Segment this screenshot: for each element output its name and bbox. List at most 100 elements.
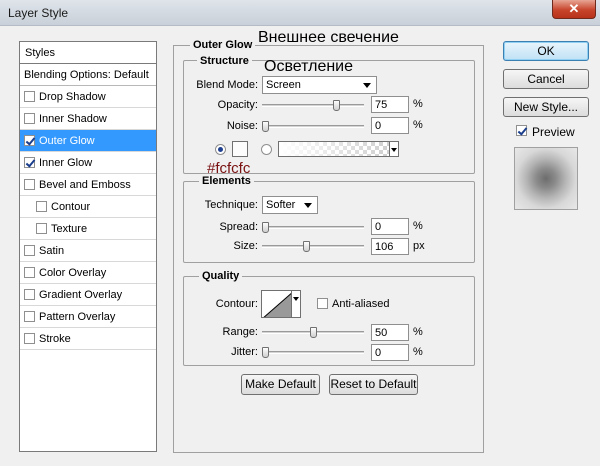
style-item-label: Contour bbox=[51, 200, 91, 213]
contour-dropdown[interactable] bbox=[291, 290, 301, 318]
opacity-slider-thumb[interactable] bbox=[333, 100, 340, 111]
range-input[interactable]: 50 bbox=[371, 324, 409, 341]
preview-checkbox[interactable] bbox=[516, 125, 527, 136]
jitter-value: 0 bbox=[375, 347, 382, 359]
cancel-button[interactable]: Cancel bbox=[503, 69, 589, 89]
spread-slider[interactable] bbox=[262, 222, 364, 233]
annotation-blend-mode: Осветление bbox=[264, 58, 354, 75]
style-item-satin[interactable]: Satin bbox=[20, 240, 156, 262]
spread-input[interactable]: 0 bbox=[371, 218, 409, 235]
blending-options-label: Blending Options: Default bbox=[24, 69, 149, 81]
style-item-inner-shadow[interactable]: Inner Shadow bbox=[20, 108, 156, 130]
style-item-pattern-overlay[interactable]: Pattern Overlay bbox=[20, 306, 156, 328]
gradient-preview[interactable] bbox=[278, 141, 398, 157]
spread-value: 0 bbox=[375, 221, 382, 233]
close-button[interactable]: ✕ bbox=[552, 0, 596, 19]
blend-mode-label: Blend Mode: bbox=[196, 79, 258, 91]
style-checkbox-bevel-and-emboss[interactable] bbox=[24, 179, 35, 190]
style-checkbox-inner-shadow[interactable] bbox=[24, 113, 35, 124]
preview-label: Preview bbox=[532, 125, 575, 139]
style-item-label: Satin bbox=[39, 244, 65, 257]
technique-label: Technique: bbox=[204, 199, 258, 211]
opacity-input[interactable]: 75 bbox=[371, 96, 409, 113]
opacity-value: 75 bbox=[375, 99, 388, 111]
style-item-label: Texture bbox=[51, 222, 88, 235]
technique-value: Softer bbox=[266, 199, 296, 211]
style-checkbox-drop-shadow[interactable] bbox=[24, 91, 35, 102]
style-preview bbox=[514, 147, 578, 210]
style-item-stroke[interactable]: Stroke bbox=[20, 328, 156, 350]
new-style-button[interactable]: New Style... bbox=[503, 97, 589, 117]
range-value: 50 bbox=[375, 327, 388, 339]
jitter-slider[interactable] bbox=[262, 347, 364, 358]
style-item-inner-glow[interactable]: Inner Glow bbox=[20, 152, 156, 174]
style-items: Drop Shadow Inner Shadow Outer Glow Inner G… bbox=[20, 86, 156, 350]
gradient-radio[interactable] bbox=[261, 144, 272, 155]
title-bar: Layer Style ✕ bbox=[0, 0, 600, 26]
noise-slider[interactable] bbox=[262, 121, 364, 132]
style-item-label: Color Overlay bbox=[39, 266, 107, 279]
range-label: Range: bbox=[222, 326, 258, 338]
opacity-slider[interactable] bbox=[262, 100, 364, 111]
window-title: Layer Style bbox=[8, 6, 69, 20]
style-checkbox-outer-glow[interactable] bbox=[24, 135, 35, 146]
size-input[interactable]: 106 bbox=[371, 238, 409, 255]
noise-input[interactable]: 0 bbox=[371, 117, 409, 134]
style-checkbox-color-overlay[interactable] bbox=[24, 267, 35, 278]
jitter-unit: % bbox=[413, 346, 423, 358]
style-item-outer-glow[interactable]: Outer Glow bbox=[20, 130, 156, 152]
noise-value: 0 bbox=[375, 120, 382, 132]
blend-mode-value: Screen bbox=[266, 79, 301, 91]
blend-mode-select[interactable]: Screen bbox=[262, 76, 377, 94]
style-checkbox-texture[interactable] bbox=[36, 223, 47, 234]
style-checkbox-gradient-overlay[interactable] bbox=[24, 289, 35, 300]
glow-color-swatch[interactable] bbox=[232, 141, 248, 157]
style-checkbox-stroke[interactable] bbox=[24, 333, 35, 344]
style-item-contour[interactable]: Contour bbox=[20, 196, 156, 218]
size-label: Size: bbox=[233, 240, 258, 252]
noise-slider-thumb[interactable] bbox=[262, 121, 269, 132]
style-item-bevel-and-emboss[interactable]: Bevel and Emboss bbox=[20, 174, 156, 196]
solid-color-radio[interactable] bbox=[215, 144, 226, 155]
style-checkbox-inner-glow[interactable] bbox=[24, 157, 35, 168]
style-checkbox-satin[interactable] bbox=[24, 245, 35, 256]
range-slider-thumb[interactable] bbox=[310, 327, 317, 338]
style-item-label: Outer Glow bbox=[39, 134, 95, 147]
jitter-slider-thumb[interactable] bbox=[262, 347, 269, 358]
size-slider[interactable] bbox=[262, 241, 364, 252]
chevron-down-icon bbox=[304, 203, 312, 208]
range-unit: % bbox=[413, 326, 423, 338]
style-item-label: Drop Shadow bbox=[39, 90, 106, 103]
structure-title: Structure bbox=[197, 55, 252, 67]
size-slider-thumb[interactable] bbox=[303, 241, 310, 252]
style-item-label: Bevel and Emboss bbox=[39, 178, 131, 191]
style-checkbox-contour[interactable] bbox=[36, 201, 47, 212]
opacity-label: Opacity: bbox=[217, 99, 258, 111]
outer-glow-title: Outer Glow bbox=[190, 39, 256, 51]
jitter-input[interactable]: 0 bbox=[371, 344, 409, 361]
noise-label: Noise: bbox=[226, 120, 258, 132]
opacity-unit: % bbox=[413, 98, 423, 110]
style-item-drop-shadow[interactable]: Drop Shadow bbox=[20, 86, 156, 108]
style-item-label: Inner Glow bbox=[39, 156, 93, 169]
style-item-texture[interactable]: Texture bbox=[20, 218, 156, 240]
style-item-label: Stroke bbox=[39, 332, 71, 345]
technique-select[interactable]: Softer bbox=[262, 196, 318, 214]
quality-title: Quality bbox=[199, 270, 243, 282]
styles-list: Styles Blending Options: Default Drop Sh… bbox=[19, 41, 157, 452]
style-checkbox-pattern-overlay[interactable] bbox=[24, 311, 35, 322]
spread-slider-thumb[interactable] bbox=[262, 222, 269, 233]
range-slider[interactable] bbox=[262, 327, 364, 338]
gradient-dropdown[interactable] bbox=[389, 141, 399, 157]
chevron-down-icon bbox=[363, 83, 371, 88]
anti-aliased-checkbox[interactable] bbox=[317, 298, 328, 309]
blending-options-item[interactable]: Blending Options: Default bbox=[20, 64, 156, 86]
style-item-color-overlay[interactable]: Color Overlay bbox=[20, 262, 156, 284]
size-unit: px bbox=[413, 240, 425, 252]
ok-button[interactable]: OK bbox=[503, 41, 589, 61]
reset-to-default-button[interactable]: Reset to Default bbox=[329, 374, 418, 395]
style-item-gradient-overlay[interactable]: Gradient Overlay bbox=[20, 284, 156, 306]
make-default-button[interactable]: Make Default bbox=[241, 374, 320, 395]
annotation-color-hex: #fcfcfc bbox=[207, 160, 251, 177]
styles-header[interactable]: Styles bbox=[20, 42, 156, 64]
